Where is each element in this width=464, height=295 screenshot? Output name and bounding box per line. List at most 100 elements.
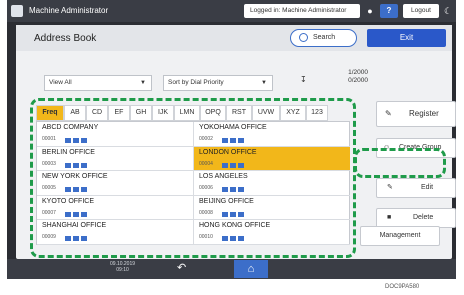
address-entry[interactable]: HONG KONG OFFICE 00010	[193, 220, 350, 245]
page-title: Address Book	[34, 33, 97, 44]
destination-type-icon	[230, 211, 236, 217]
destination-type-icon	[73, 211, 79, 217]
entry-number: 00009	[42, 234, 56, 241]
tab-freq[interactable]: Freq	[36, 105, 64, 121]
destination-type-icon	[65, 187, 71, 193]
tab-opq[interactable]: OPQ	[200, 105, 226, 121]
entry-number: 00001	[42, 136, 56, 142]
destination-type-icon	[81, 187, 87, 193]
figure-code: DOC9PA580	[385, 284, 420, 290]
tab-123[interactable]: 123	[306, 105, 328, 121]
chevron-down-icon: ▼	[140, 80, 146, 86]
back-icon[interactable]: ↶	[177, 261, 186, 274]
destination-type-icons	[222, 210, 246, 217]
destination-type-icon	[222, 138, 228, 143]
energy-saver-icon[interactable]: ☾	[442, 4, 454, 18]
address-entry[interactable]: ABCD COMPANY 00001	[37, 122, 194, 147]
tab-ijk[interactable]: IJK	[152, 105, 174, 121]
address-list: ABCD COMPANY 00001 YOKOHAMA OFFICE 00002 BER…	[36, 121, 350, 245]
register-button-label: Register	[409, 109, 439, 118]
tab-ef[interactable]: EF	[108, 105, 130, 121]
create-group-button[interactable]: ☺ Create Group	[376, 138, 456, 158]
destination-type-icon	[81, 211, 87, 217]
destination-type-icon	[238, 138, 244, 143]
address-book-header: Address Book Search Exit	[16, 25, 452, 51]
entry-name: YOKOHAMA OFFICE	[199, 124, 267, 131]
destination-type-icons	[65, 210, 89, 217]
user-icon[interactable]: ●	[364, 4, 376, 18]
destination-type-icons	[65, 185, 89, 193]
tab-cd[interactable]: CD	[86, 105, 108, 121]
device-home-icon	[11, 5, 23, 17]
app-title: Machine Administrator	[29, 6, 109, 15]
address-entry[interactable]: SHANGHAI OFFICE 00009	[37, 220, 194, 245]
destination-type-icon	[230, 187, 236, 193]
edit-button-label: Edit	[421, 184, 434, 191]
address-entry[interactable]: NEW YORK OFFICE 00005	[37, 171, 194, 196]
destination-type-icon	[73, 236, 79, 242]
trash-icon: ■	[387, 214, 392, 221]
destination-type-icon	[230, 236, 236, 242]
edit-button[interactable]: ✎ Edit	[376, 178, 456, 198]
exit-button[interactable]: Exit	[367, 29, 446, 47]
destination-type-icons	[65, 234, 89, 242]
tab-xyz[interactable]: XYZ	[280, 105, 306, 121]
tab-gh[interactable]: GH	[130, 105, 152, 121]
pencil-icon: ✎	[387, 184, 393, 191]
top-status-bar: Machine Administrator Logged in: Machine…	[7, 0, 456, 22]
index-tabs: Freq AB CD EF GH IJK LMN OPQ RST UVW XYZ 123	[36, 105, 350, 121]
tab-lmn[interactable]: LMN	[174, 105, 200, 121]
destination-type-icon	[238, 211, 244, 217]
login-status-field: Logged in: Machine Administrator	[244, 4, 360, 18]
entry-name: KYOTO OFFICE	[42, 197, 94, 205]
address-entry[interactable]: LONDON OFFICE 00004	[193, 146, 350, 172]
page-count: 1/2000 0/2000	[348, 69, 368, 84]
entry-name: LONDON OFFICE	[199, 148, 257, 156]
destination-type-icon	[73, 162, 79, 168]
destination-type-icon	[81, 138, 87, 143]
tab-rst[interactable]: RST	[226, 105, 252, 121]
destination-type-icons	[222, 161, 246, 168]
view-select[interactable]: View All ▼	[44, 75, 152, 91]
management-button[interactable]: Management	[360, 226, 440, 246]
destination-type-icon	[222, 162, 228, 168]
address-entry[interactable]: YOKOHAMA OFFICE 00002	[193, 122, 350, 147]
destination-type-icon	[222, 236, 228, 242]
sort-select[interactable]: Sort by Dial Priority ▼	[163, 75, 273, 91]
delete-button[interactable]: ■ Delete	[376, 208, 456, 228]
destination-type-icon	[65, 138, 71, 143]
destination-type-icons	[65, 136, 89, 143]
tab-uvw[interactable]: UVW	[252, 105, 280, 121]
entry-number: 00008	[199, 209, 213, 216]
logout-button[interactable]: Logout	[403, 4, 439, 18]
address-entry[interactable]: LOS ANGELES 00006	[193, 171, 350, 196]
destination-type-icon	[230, 162, 236, 168]
chevron-down-icon: ▼	[261, 80, 267, 86]
entry-number: 00003	[42, 160, 56, 167]
tab-ab[interactable]: AB	[64, 105, 86, 121]
download-icon[interactable]: ↧	[300, 75, 310, 89]
entry-name: LOS ANGELES	[199, 173, 248, 181]
entry-name: BEIJING OFFICE	[199, 197, 254, 205]
address-entry[interactable]: BEIJING OFFICE 00008	[193, 195, 350, 221]
group-icon: ☺	[383, 144, 391, 151]
entry-number: 00005	[42, 185, 56, 192]
entry-name: SHANGHAI OFFICE	[42, 222, 107, 230]
entry-name: BERLIN OFFICE	[42, 148, 95, 156]
delete-button-label: Delete	[413, 214, 434, 221]
address-entry[interactable]: BERLIN OFFICE 00003	[37, 147, 194, 172]
destination-type-icon	[222, 187, 228, 193]
address-entry[interactable]: KYOTO OFFICE 00007	[37, 196, 194, 221]
search-button[interactable]: Search	[290, 29, 357, 47]
destination-type-icon	[238, 162, 244, 168]
destination-type-icon	[238, 187, 244, 193]
register-icon: ✎	[385, 109, 392, 118]
search-button-label: Search	[313, 34, 336, 41]
home-icon[interactable]: ⌂	[234, 260, 268, 278]
destination-type-icon	[65, 236, 71, 242]
destination-type-icon	[238, 236, 244, 242]
register-button[interactable]: ✎ Register	[376, 101, 456, 127]
help-button[interactable]: ?	[380, 4, 398, 18]
entry-number: 00002	[199, 136, 213, 142]
destination-type-icons	[65, 161, 89, 168]
